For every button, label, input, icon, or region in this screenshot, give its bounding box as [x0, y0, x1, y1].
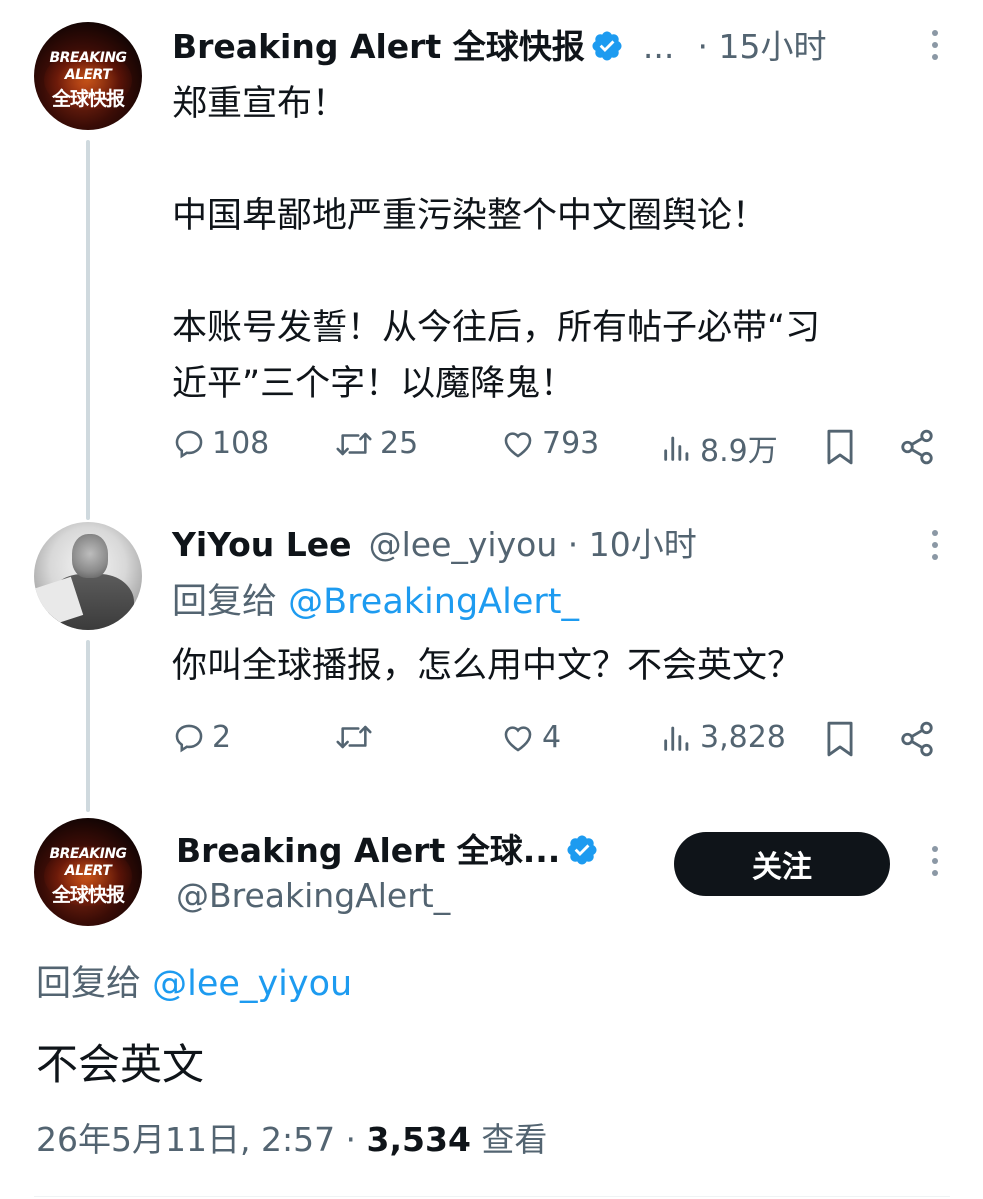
timestamp[interactable]: 26年5月11日, 2:57 · — [36, 1120, 367, 1159]
views-count: 3,534 — [366, 1120, 471, 1159]
tweet2-text: 你叫全球播报，怎么用中文？不会英文？ — [172, 646, 803, 686]
avatar-breaking-alert[interactable]: BREAKING ALERT 全球快报 — [34, 818, 142, 926]
tweet1-header: Breaking Alert 全球快报 ... · 15小时 — [172, 20, 826, 68]
views-icon — [664, 726, 689, 751]
like-count: 4 — [542, 720, 562, 755]
reply-prefix: 回复给 — [36, 964, 142, 1004]
handle-and-time[interactable]: @lee_yiyou · 10小时 — [369, 525, 697, 564]
tweet-time[interactable]: · 15小时 — [697, 27, 826, 66]
tweet-text-line: 郑重宣布！ — [172, 84, 348, 124]
verified-badge-icon — [567, 835, 597, 865]
avatar-yiyou-lee[interactable] — [34, 522, 142, 630]
display-name[interactable]: Breaking Alert 全球... — [176, 831, 560, 870]
divider — [34, 1196, 950, 1197]
avatar-text-line1: BREAKING — [49, 846, 127, 862]
like-button[interactable]: 793 — [500, 426, 599, 461]
main-tweet-text: 不会英文 — [36, 1040, 205, 1089]
heart-icon — [504, 725, 532, 752]
like-button[interactable]: 4 — [500, 720, 561, 755]
like-count: 793 — [542, 426, 600, 461]
tweet2-header: YiYou Lee @lee_yiyou · 10小时 — [172, 518, 697, 566]
reply-icon — [175, 430, 203, 458]
name-ellipsis: ... — [642, 27, 675, 66]
display-name[interactable]: Breaking Alert 全球快报 — [172, 27, 585, 66]
timestamp-line: 26年5月11日, 2:57 · 3,534 查看 — [36, 1114, 547, 1166]
tweet-text-line: 中国卑鄙地严重污染整个中文圈舆论！ — [172, 196, 768, 236]
more-options-icon[interactable] — [930, 846, 940, 882]
avatar-text-line2: ALERT — [64, 863, 112, 879]
repost-icon — [336, 725, 372, 749]
share-icon[interactable] — [898, 428, 936, 470]
thread-line — [86, 640, 90, 812]
reply-to-link[interactable]: @BreakingAlert_ — [288, 582, 579, 622]
views-count: 3,828 — [700, 720, 786, 755]
reply-button[interactable]: 108 — [172, 426, 269, 461]
bookmark-icon[interactable] — [824, 720, 856, 762]
avatar-breaking-alert[interactable]: BREAKING ALERT 全球快报 — [34, 22, 142, 130]
avatar-text-line3: 全球快报 — [51, 884, 125, 906]
display-name[interactable]: YiYou Lee — [172, 525, 352, 564]
views-icon — [664, 436, 689, 461]
reply-prefix: 回复给 — [172, 582, 278, 622]
main-handle[interactable]: @BreakingAlert_ — [176, 876, 450, 915]
main-header: Breaking Alert 全球... — [176, 824, 599, 872]
more-options-icon[interactable] — [930, 530, 940, 566]
reply-to-line: 回复给 @lee_yiyou — [36, 956, 352, 1012]
avatar-figure-head — [72, 534, 108, 578]
thread-line — [86, 140, 90, 520]
heart-icon — [504, 431, 532, 458]
repost-button[interactable] — [334, 720, 380, 754]
reply-icon — [175, 724, 203, 752]
reply-button[interactable]: 2 — [172, 720, 231, 755]
repost-icon — [336, 432, 372, 455]
avatar-text-line1: BREAKING — [49, 50, 127, 66]
tweet-text-line: 本账号发誓！从今往后，所有帖子必带“习 — [172, 308, 821, 348]
bookmark-icon[interactable] — [824, 428, 856, 470]
avatar-text-line3: 全球快报 — [51, 88, 125, 110]
more-options-icon[interactable] — [930, 30, 940, 66]
repost-count: 25 — [380, 426, 419, 461]
views-button[interactable]: 3,828 — [660, 720, 786, 755]
views-button[interactable]: 8.9万 — [660, 426, 778, 470]
follow-button[interactable]: 关注 — [674, 832, 890, 896]
verified-badge-icon — [592, 31, 622, 61]
views-label: 查看 — [470, 1120, 548, 1159]
reply-to-line: 回复给 @BreakingAlert_ — [172, 574, 579, 630]
tweet-text-line: 近平”三个字！以魔降鬼！ — [172, 364, 576, 404]
avatar-text-line2: ALERT — [64, 67, 112, 83]
reply-to-link[interactable]: @lee_yiyou — [152, 964, 352, 1004]
tweet1-text: 郑重宣布！ 中国卑鄙地严重污染整个中文圈舆论！ 本账号发誓！从今往后，所有帖子必… — [172, 76, 962, 412]
repost-button[interactable]: 25 — [334, 426, 418, 461]
views-count: 8.9万 — [700, 434, 778, 469]
reply-count: 108 — [212, 426, 270, 461]
reply-count: 2 — [212, 720, 232, 755]
share-icon[interactable] — [898, 720, 936, 762]
